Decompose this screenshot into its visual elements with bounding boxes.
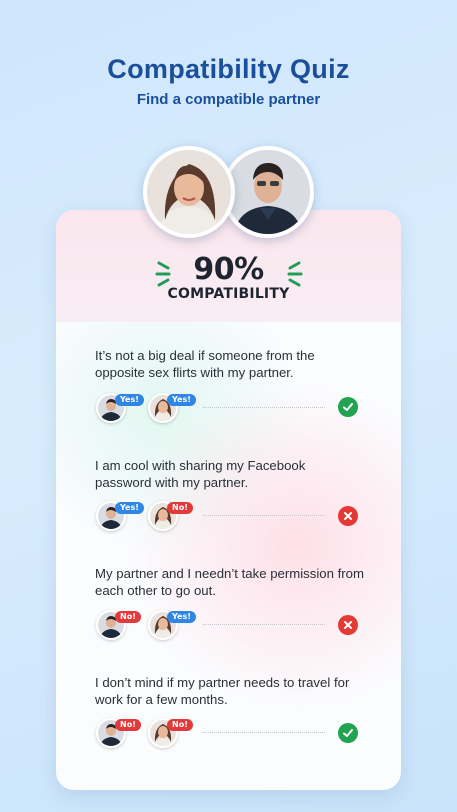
question-1-text: It’s not a big deal if someone from the …	[95, 348, 315, 380]
male-profile-photo	[222, 146, 314, 238]
cross-icon	[344, 512, 352, 520]
cross-icon	[344, 621, 352, 629]
q2-male-answer-badge: Yes!	[115, 502, 144, 514]
male-avatar-icon	[226, 150, 310, 234]
q2-result-mismatch	[338, 506, 358, 526]
female-profile-photo	[143, 146, 235, 238]
female-avatar-icon	[147, 150, 231, 234]
question-2-text: I am cool with sharing my Facebook passw…	[95, 458, 306, 490]
q3-male-answer-badge: No!	[115, 611, 141, 623]
q1-male-answer-badge: Yes!	[115, 394, 144, 406]
q4-result-match	[338, 723, 358, 743]
q3-connector	[203, 624, 325, 625]
q1-female-answer-badge: Yes!	[167, 394, 196, 406]
q4-male-answer-badge: No!	[115, 719, 141, 731]
q1-result-match	[338, 397, 358, 417]
question-3-text: My partner and I needn’t take permission…	[95, 566, 365, 598]
page-subtitle: Find a compatible partner	[136, 91, 321, 108]
q2-female-answer-badge: No!	[167, 502, 193, 514]
compatibility-percent: 90%	[193, 252, 264, 287]
page-title: Compatibility Quiz	[107, 54, 350, 84]
compatibility-label: COMPATIBILITY	[167, 286, 290, 302]
question-4-text: I don’t mind if my partner needs to trav…	[95, 675, 350, 707]
q3-female-answer-badge: Yes!	[167, 611, 196, 623]
q4-connector	[203, 732, 325, 733]
q1-connector	[203, 407, 325, 408]
check-icon	[343, 729, 353, 737]
q4-female-answer-badge: No!	[167, 719, 193, 731]
check-icon	[343, 403, 353, 411]
q2-connector	[203, 515, 325, 516]
q3-result-mismatch	[338, 615, 358, 635]
